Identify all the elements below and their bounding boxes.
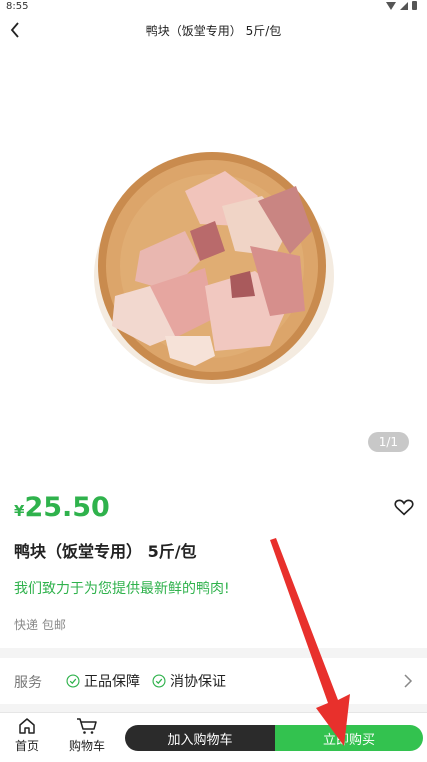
service-item-authentic: 正品保障	[66, 671, 140, 691]
tab-cart-label: 购物车	[68, 739, 105, 753]
product-name: 鸭块（饭堂专用） 5斤/包	[14, 542, 197, 561]
product-image	[94, 152, 334, 384]
service-items: 正品保障 消协保证	[66, 671, 226, 691]
check-circle-icon	[152, 674, 166, 688]
service-item-label: 消协保证	[170, 674, 226, 690]
currency-symbol: ¥	[14, 502, 25, 520]
product-info-card: ¥25.50 鸭块（饭堂专用） 5斤/包 我们致力于为您提供最新鲜的鸭肉! 快递…	[0, 464, 427, 648]
image-counter: 1/1	[367, 432, 409, 452]
status-time: 8:55	[6, 1, 29, 12]
check-circle-icon	[66, 674, 80, 688]
tab-cart[interactable]: 购物车	[62, 717, 112, 754]
shipping-info: 快递 包邮	[14, 618, 66, 632]
heart-icon	[394, 499, 414, 516]
chevron-right-icon	[404, 674, 413, 688]
service-item-label: 正品保障	[84, 674, 140, 690]
add-to-cart-button[interactable]: 加入购物车	[125, 725, 275, 751]
product-image-gallery[interactable]: 1/1	[0, 46, 427, 464]
nav-bar: 鸭块（饭堂专用） 5斤/包	[0, 14, 427, 46]
tab-home-label: 首页	[14, 739, 39, 753]
service-item-consumer-guarantee: 消协保证	[152, 671, 226, 691]
favorite-button[interactable]	[393, 496, 415, 518]
page-title: 鸭块（饭堂专用） 5斤/包	[145, 24, 282, 38]
wifi-icon	[386, 1, 396, 10]
price: ¥25.50	[14, 492, 110, 523]
status-bar: 8:55	[0, 0, 427, 14]
product-slogan: 我们致力于为您提供最新鲜的鸭肉!	[14, 581, 230, 597]
signal-icon	[400, 1, 408, 10]
tab-home[interactable]: 首页	[2, 717, 52, 754]
buy-now-button[interactable]: 立即购买	[275, 725, 423, 751]
service-row[interactable]: 服务 正品保障 消协保证	[0, 658, 427, 704]
service-label: 服务	[14, 675, 42, 691]
battery-icon	[412, 1, 417, 10]
status-icons	[386, 1, 417, 10]
cart-icon	[77, 718, 97, 734]
bottom-action-bar: 首页 购物车 加入购物车 立即购买	[0, 712, 427, 762]
home-icon	[19, 718, 35, 734]
price-value: 25.50	[24, 492, 110, 523]
